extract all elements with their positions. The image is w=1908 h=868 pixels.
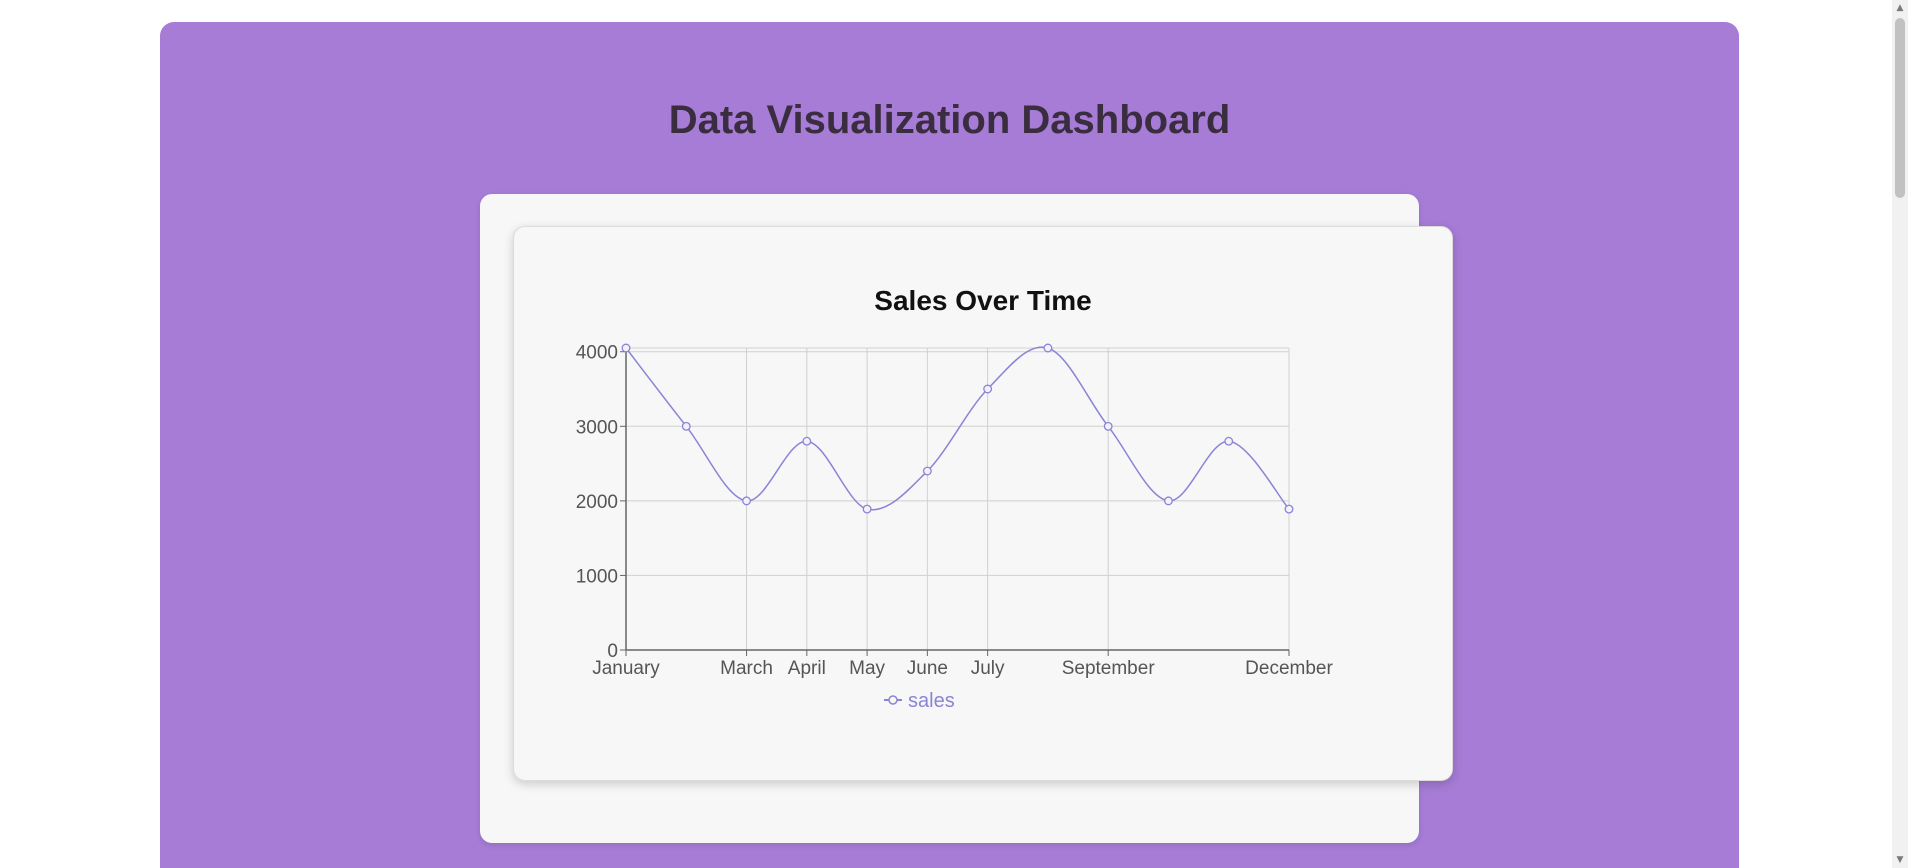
scrollbar-thumb[interactable] (1895, 18, 1905, 198)
sales-data-point[interactable] (681, 421, 691, 431)
sales-data-point[interactable] (1284, 504, 1294, 514)
chart-title: Sales Over Time (874, 285, 1091, 316)
sales-data-point[interactable] (742, 496, 751, 506)
x-tick-label: June (907, 658, 948, 679)
sales-data-point[interactable] (1043, 343, 1053, 353)
y-tick-label: 3000 (576, 417, 618, 438)
scroll-down-arrow-icon[interactable]: ▼ (1895, 854, 1905, 866)
y-tick-label: 2000 (576, 492, 618, 513)
x-tick-label: July (971, 658, 1005, 679)
sales-series-line (625, 346, 1290, 511)
sales-data-point[interactable] (922, 466, 932, 476)
x-tick-label: May (849, 658, 885, 679)
y-tick-label: 4000 (576, 343, 618, 364)
chart-axes: 01000200030004000January March April May Jun… (576, 343, 1334, 679)
x-tick-label: April (788, 658, 826, 679)
chart-series (621, 343, 1294, 514)
chart-card: Sales Over Time 0 1000 2000 3000 4000 January… (513, 226, 1453, 781)
chart-grid (626, 347, 1290, 650)
x-tick-label: September (1062, 658, 1156, 679)
scroll-up-arrow-icon[interactable]: ▲ (1895, 2, 1905, 14)
sales-data-point[interactable] (983, 384, 993, 394)
y-tick-label: 1000 (576, 566, 618, 587)
vertical-scrollbar[interactable]: ▲ ▼ (1892, 0, 1908, 868)
sales-data-point[interactable] (1103, 421, 1113, 431)
chart-legend[interactable]: sales (884, 690, 955, 712)
sales-line-chart: Sales Over Time 01000200030004000January… (576, 285, 1334, 712)
sales-data-point[interactable] (802, 436, 812, 446)
x-tick-label: March (720, 658, 773, 679)
legend-swatch-marker-icon[interactable] (888, 695, 898, 705)
page-title: Data Visualization Dashboard (668, 98, 1231, 142)
sales-data-point[interactable] (621, 343, 631, 353)
legend-label-sales[interactable]: sales (908, 690, 955, 712)
sales-data-point[interactable] (862, 504, 872, 514)
sales-data-point[interactable] (1224, 436, 1234, 446)
sales-data-point[interactable] (1164, 496, 1173, 506)
x-tick-label: January (592, 658, 660, 679)
x-tick-label: December (1245, 658, 1333, 679)
